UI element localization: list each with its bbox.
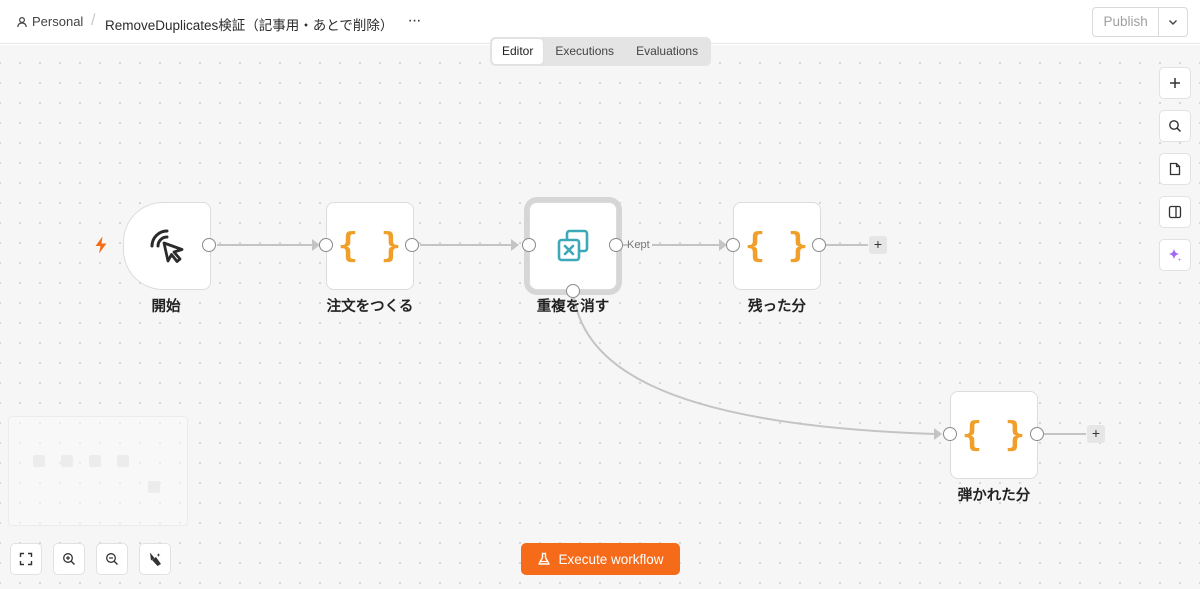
code-braces-icon: { } — [744, 226, 810, 266]
lightning-bolt-icon — [95, 236, 107, 254]
node-discarded-items[interactable]: { } — [950, 391, 1038, 479]
minimap-node — [117, 455, 129, 467]
input-handle[interactable] — [943, 427, 957, 441]
cursor-click-icon — [150, 229, 184, 263]
output-handle-kept[interactable] — [609, 238, 623, 252]
node-kept-items[interactable]: { } — [733, 202, 821, 290]
connection-start-to-create[interactable] — [217, 239, 320, 251]
output-handle[interactable] — [202, 238, 216, 252]
flask-icon — [538, 552, 551, 565]
input-handle[interactable] — [522, 238, 536, 252]
output-handle[interactable] — [1030, 427, 1044, 441]
node-start[interactable] — [123, 202, 211, 290]
code-braces-icon: { } — [337, 226, 403, 266]
zoom-out-button[interactable] — [96, 543, 128, 575]
minimap-node — [148, 481, 160, 493]
broom-icon — [150, 552, 161, 566]
node-create-orders[interactable]: { } — [326, 202, 414, 290]
output-handle[interactable] — [812, 238, 826, 252]
zoom-in-button[interactable] — [53, 543, 85, 575]
execute-workflow-button[interactable]: Execute workflow — [521, 543, 680, 575]
node-label: 重複を消す — [536, 299, 610, 315]
execute-workflow-label: Execute workflow — [558, 551, 664, 567]
fit-view-icon — [19, 552, 33, 566]
minimap[interactable] — [8, 416, 188, 526]
input-handle[interactable] — [726, 238, 740, 252]
tidy-up-button[interactable] — [139, 543, 171, 575]
minimap-node — [33, 455, 45, 467]
input-handle[interactable] — [319, 238, 333, 252]
zoom-in-icon — [63, 553, 75, 565]
node-label: 残った分 — [748, 299, 806, 315]
node-label: 開始 — [151, 299, 181, 315]
add-next-node-button[interactable]: + — [1087, 425, 1105, 443]
remove-duplicates-icon — [557, 229, 589, 262]
output-handle[interactable] — [405, 238, 419, 252]
minimap-node — [89, 455, 101, 467]
connection-create-to-dedupe[interactable] — [420, 239, 519, 251]
add-next-node-button[interactable]: + — [869, 236, 887, 254]
node-label: 注文をつくる — [326, 299, 414, 315]
minimap-node — [61, 455, 73, 467]
fit-view-button[interactable] — [10, 543, 42, 575]
edge-label-kept: Kept — [627, 239, 650, 251]
node-label: 弾かれた分 — [957, 488, 1031, 504]
zoom-out-icon — [106, 553, 118, 565]
code-braces-icon: { } — [961, 415, 1027, 455]
node-remove-duplicates[interactable] — [529, 202, 617, 290]
